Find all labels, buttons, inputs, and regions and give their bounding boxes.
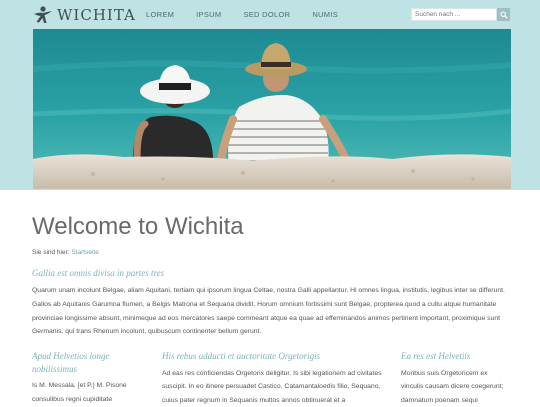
column-2-text: Ad eas res conficiendas Orgetorix deligi… bbox=[162, 367, 384, 407]
nav-item-sed-dolor[interactable]: SED DOLOR bbox=[243, 10, 290, 19]
search-icon bbox=[500, 6, 508, 24]
breadcrumb-label: Sie sind hier: bbox=[32, 249, 70, 256]
column-1-text: Is M. Messala, [et P.] M. Pisone consuli… bbox=[32, 379, 142, 406]
column-2-heading: His rebus adducti et auctoritate Orgetor… bbox=[162, 350, 384, 363]
column-1: Apud Helvetios longe nobilissimus Is M. … bbox=[32, 350, 142, 406]
running-figure-icon bbox=[33, 6, 53, 24]
hero-image bbox=[33, 29, 511, 189]
site-header: WICHITA LOREM IPSUM SED DOLOR NUMIS bbox=[0, 0, 540, 29]
column-3-text: Moribus suis Orgetoricem ex vinculis cau… bbox=[401, 367, 511, 407]
breadcrumb: Sie sind hier: Startseite bbox=[32, 249, 99, 256]
column-3: Ea res est Helvetiis Moribus suis Orgeto… bbox=[401, 350, 511, 407]
logo-text: WICHITA bbox=[57, 6, 136, 24]
column-1-heading: Apud Helvetios longe nobilissimus bbox=[32, 350, 142, 375]
site-logo[interactable]: WICHITA bbox=[33, 5, 136, 25]
breadcrumb-home-link[interactable]: Startseite bbox=[71, 249, 98, 256]
page-title: Welcome to Wichita bbox=[32, 213, 244, 241]
nav-item-lorem[interactable]: LOREM bbox=[146, 10, 174, 19]
column-2: His rebus adducti et auctoritate Orgetor… bbox=[162, 350, 384, 407]
lead-heading: Gallia est omnis divisa in partes tres bbox=[32, 268, 164, 278]
main-nav: LOREM IPSUM SED DOLOR NUMIS bbox=[146, 0, 360, 29]
nav-item-ipsum[interactable]: IPSUM bbox=[196, 10, 221, 19]
search-input[interactable] bbox=[411, 8, 497, 21]
search-button[interactable] bbox=[497, 8, 510, 21]
column-3-heading: Ea res est Helvetiis bbox=[401, 350, 511, 363]
lead-paragraph: Quarum unam incolunt Belgae, aliam Aquit… bbox=[32, 284, 510, 339]
nav-item-numis[interactable]: NUMIS bbox=[312, 10, 338, 19]
search-form bbox=[411, 8, 511, 21]
